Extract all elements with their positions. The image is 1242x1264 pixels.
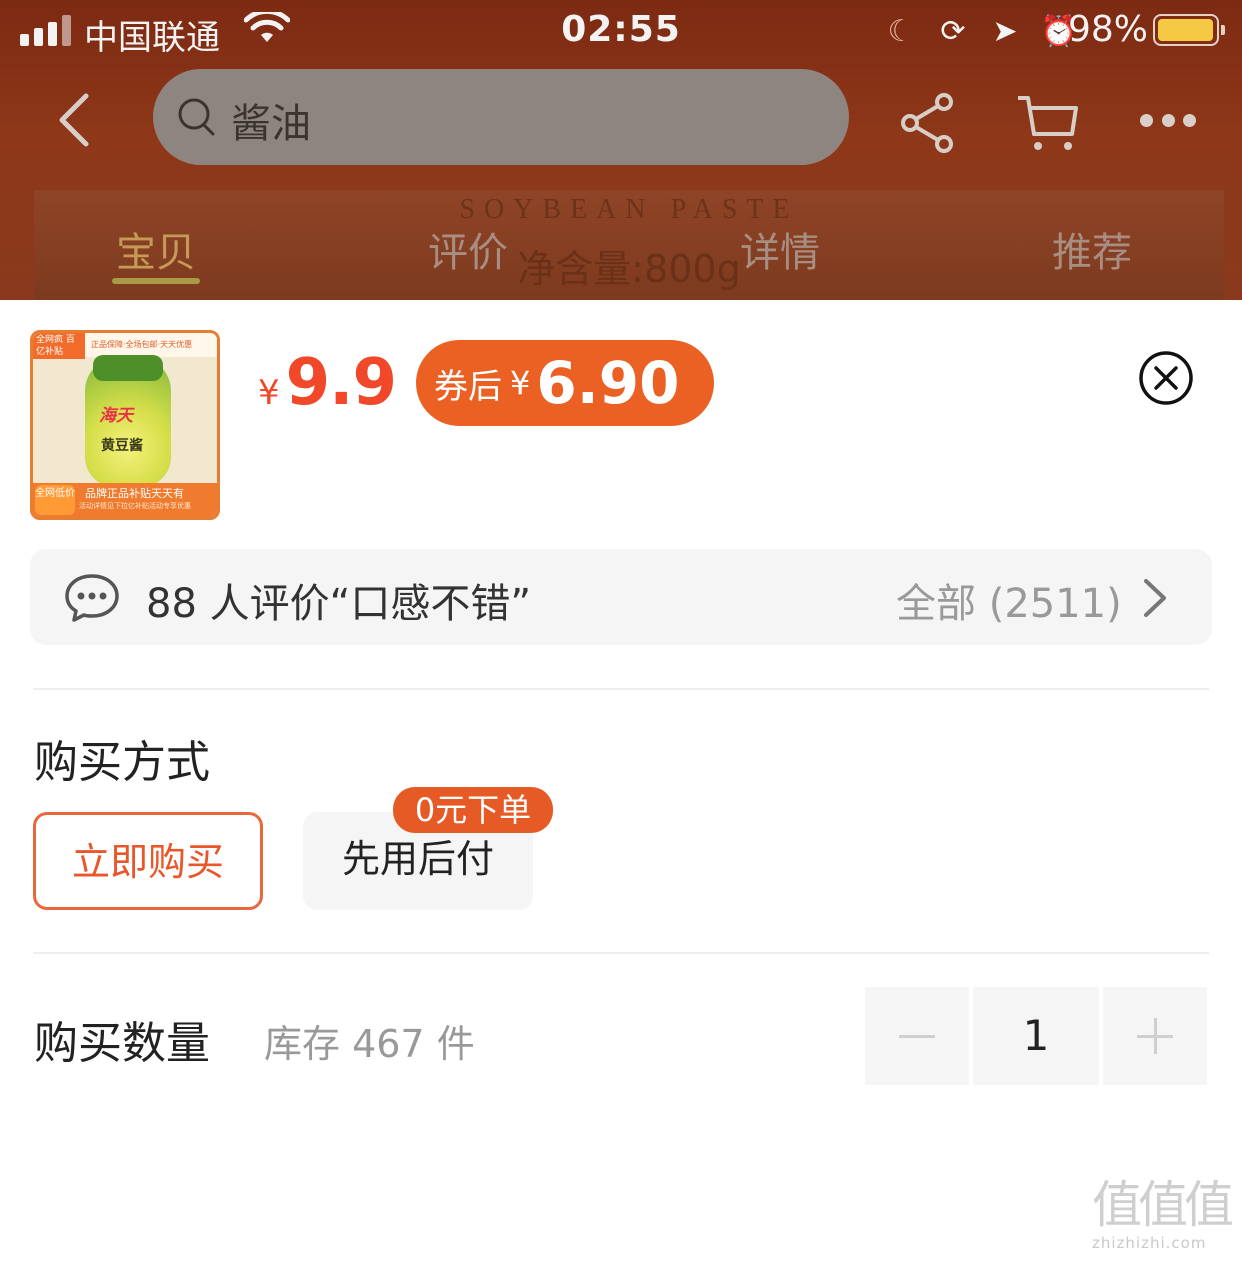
chevron-right-icon: [1144, 579, 1166, 617]
thumb-slogan: 正品保障·全场包邮·天天优惠: [91, 340, 193, 349]
thumb-footer-small: 活动详情见下拉亿补贴活动专享优惠: [79, 502, 191, 510]
coupon-currency: ¥: [510, 364, 531, 402]
cart-icon[interactable]: [1016, 92, 1080, 154]
subsidy-badge: 全网疯 百亿补贴: [33, 333, 85, 359]
low-price-badge: 全网低价: [35, 485, 75, 515]
top-nav: 酱油: [0, 62, 1242, 184]
divider: [33, 688, 1209, 690]
coupon-price: 6.90: [536, 349, 680, 417]
watermark-url: zhizhizhi.com: [1092, 1234, 1207, 1252]
divider: [33, 952, 1209, 954]
tab-recommend[interactable]: 推荐: [1012, 220, 1172, 278]
page-header-overlay: SOYBEAN PASTE 净含量:800g 中国联通 02:55 ☾ ⟳ ➤ …: [0, 0, 1242, 300]
watermark-chars: 值值值: [1092, 1176, 1234, 1234]
increment-button[interactable]: [1103, 987, 1207, 1085]
stock-count: 库存 467 件: [264, 1022, 475, 1066]
chat-bubble-icon: [65, 574, 119, 622]
tab-baobei[interactable]: 宝贝: [76, 220, 236, 278]
quantity-value[interactable]: 1: [973, 987, 1099, 1085]
search-icon: [178, 98, 215, 136]
minus-icon: [899, 1035, 935, 1038]
back-icon[interactable]: [48, 90, 104, 150]
share-icon[interactable]: [900, 92, 956, 154]
thumb-footer-text: 品牌正品补贴天天有: [85, 487, 184, 500]
coupon-price-badge: 券后 ¥ 6.90: [416, 340, 714, 426]
zero-yuan-badge: 0元下单: [393, 787, 553, 833]
active-tab-indicator: [112, 278, 200, 284]
moon-icon: ☾: [887, 14, 915, 49]
quantity-stepper: 1: [865, 987, 1209, 1085]
battery-percent: 98%: [1068, 9, 1149, 50]
tab-bar: 宝贝 评价 详情 推荐: [0, 200, 1242, 300]
price: ¥ 9.9: [258, 346, 397, 420]
location-arrow-icon: ➤: [992, 14, 1018, 49]
review-summary-bar[interactable]: 88 人评价“口感不错” 全部 (2511): [30, 549, 1212, 645]
all-reviews-link[interactable]: 全部 (2511): [896, 571, 1122, 629]
close-icon[interactable]: [1138, 350, 1194, 406]
jar-image: 海天 黄豆酱: [85, 355, 171, 487]
status-icons: ☾ ⟳ ➤ ⏰: [884, 12, 1078, 52]
orientation-lock-icon: ⟳: [940, 14, 966, 49]
review-summary-text: 88 人评价“口感不错”: [146, 581, 532, 627]
sku-sheet: 全网疯 百亿补贴 正品保障·全场包邮·天天优惠 海天 黄豆酱 品牌正品补贴天天有…: [0, 300, 1242, 1264]
battery-level: [1158, 19, 1213, 41]
option-buy-now[interactable]: 立即购买: [33, 812, 263, 910]
price-value: 9.9: [285, 346, 397, 420]
jar-brand: 海天: [99, 406, 133, 426]
jar-name: 黄豆酱: [101, 438, 143, 454]
search-query: 酱油: [231, 101, 311, 147]
coupon-label: 券后: [434, 366, 502, 407]
quantity-title: 购买数量: [34, 1018, 210, 1069]
tab-reviews[interactable]: 评价: [388, 220, 548, 278]
status-bar: 中国联通 02:55 ☾ ⟳ ➤ ⏰ 98%: [0, 0, 1242, 62]
battery-icon: [1153, 14, 1225, 46]
decrement-button[interactable]: [865, 987, 969, 1085]
search-input[interactable]: 酱油: [153, 69, 849, 165]
price-currency: ¥: [258, 373, 280, 413]
watermark: 值值值 zhizhizhi.com: [1092, 1178, 1238, 1258]
tab-details[interactable]: 详情: [700, 220, 860, 278]
more-icon[interactable]: [1140, 114, 1196, 130]
product-thumbnail[interactable]: 全网疯 百亿补贴 正品保障·全场包邮·天天优惠 海天 黄豆酱 品牌正品补贴天天有…: [30, 330, 220, 520]
purchase-method-title: 购买方式: [34, 737, 210, 788]
